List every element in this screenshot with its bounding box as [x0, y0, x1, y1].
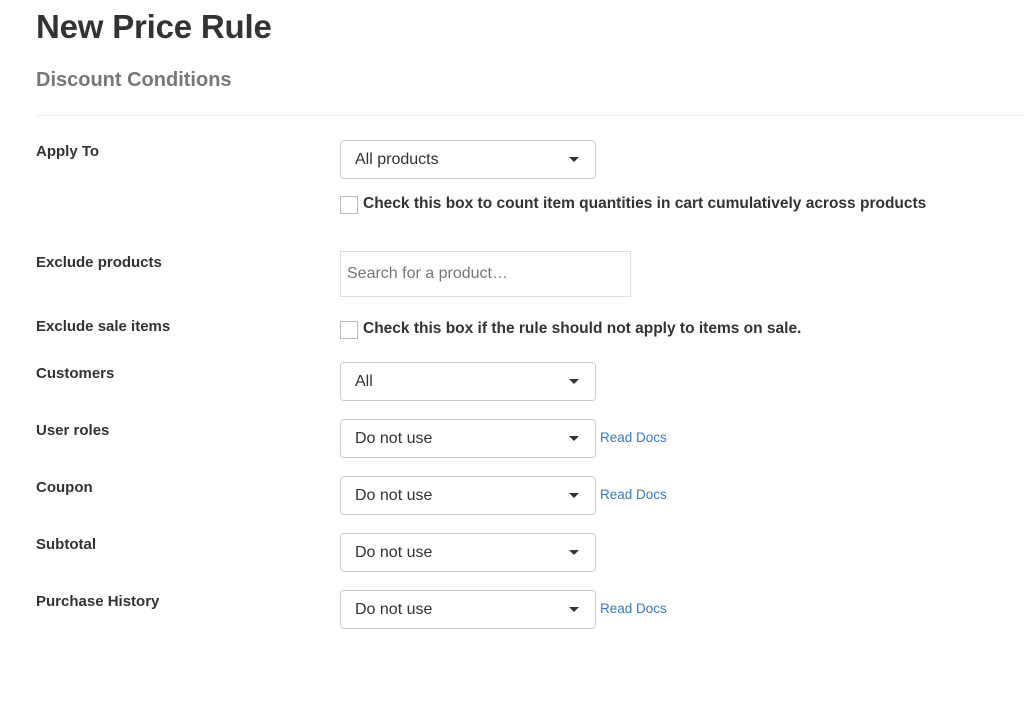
coupon-select[interactable]: Do not use: [340, 476, 596, 515]
cumulative-quantities-option[interactable]: Check this box to count item quantities …: [340, 194, 926, 214]
apply-to-label: Apply To: [36, 143, 100, 160]
purchase-history-read-docs-link[interactable]: Read Docs: [600, 601, 667, 616]
exclude-products-label: Exclude products: [36, 254, 162, 271]
chevron-down-icon: [569, 157, 579, 162]
exclude-products-search-input[interactable]: [340, 251, 631, 297]
exclude-sale-items-label: Exclude sale items: [36, 318, 171, 335]
cumulative-quantities-checkbox[interactable]: [340, 196, 358, 214]
exclude-sale-items-option[interactable]: Check this box if the rule should not ap…: [340, 319, 801, 339]
subtotal-value: Do not use: [355, 543, 433, 561]
chevron-down-icon: [569, 493, 579, 498]
customers-label: Customers: [36, 365, 115, 382]
section-divider: [36, 115, 1024, 116]
chevron-down-icon: [569, 607, 579, 612]
subtotal-select[interactable]: Do not use: [340, 533, 596, 572]
user-roles-value: Do not use: [355, 429, 433, 447]
customers-value: All: [355, 372, 373, 390]
user-roles-read-docs-link[interactable]: Read Docs: [600, 430, 667, 445]
price-rule-page: New Price Rule Discount Conditions Apply…: [0, 0, 1024, 709]
customers-select[interactable]: All: [340, 362, 596, 401]
cumulative-quantities-label: Check this box to count item quantities …: [363, 195, 927, 212]
coupon-label: Coupon: [36, 479, 93, 496]
chevron-down-icon: [569, 436, 579, 441]
chevron-down-icon: [569, 379, 579, 384]
subtotal-label: Subtotal: [36, 536, 96, 553]
purchase-history-value: Do not use: [355, 600, 433, 618]
purchase-history-select[interactable]: Do not use: [340, 590, 596, 629]
coupon-value: Do not use: [355, 486, 433, 504]
exclude-sale-items-checkbox-label: Check this box if the rule should not ap…: [363, 320, 802, 337]
purchase-history-label: Purchase History: [36, 593, 160, 610]
coupon-read-docs-link[interactable]: Read Docs: [600, 487, 667, 502]
section-title: Discount Conditions: [36, 69, 232, 91]
exclude-sale-items-checkbox[interactable]: [340, 321, 358, 339]
user-roles-label: User roles: [36, 422, 110, 439]
apply-to-select[interactable]: All products: [340, 140, 596, 179]
user-roles-select[interactable]: Do not use: [340, 419, 596, 458]
chevron-down-icon: [569, 550, 579, 555]
page-title: New Price Rule: [36, 8, 272, 45]
apply-to-value: All products: [355, 150, 439, 168]
